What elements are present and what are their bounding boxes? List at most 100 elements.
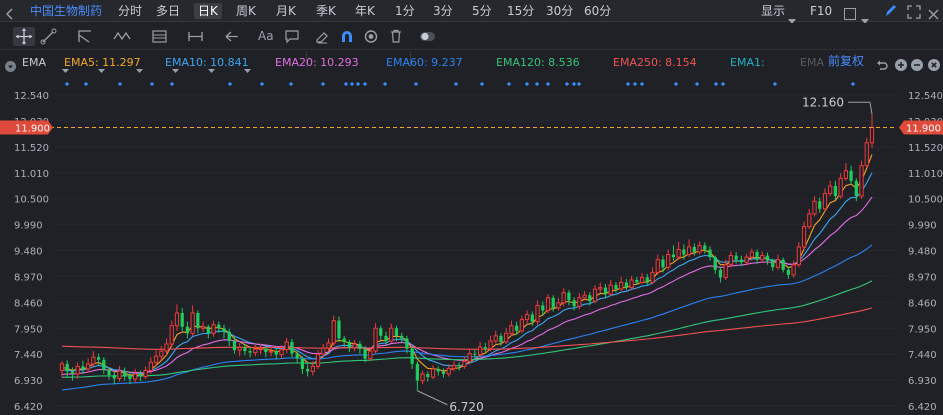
period-tab-quarterly[interactable]: 季K: [316, 3, 336, 19]
crosshair-move-icon[interactable]: [13, 27, 35, 46]
stock-name[interactable]: 中国生物制药: [30, 3, 102, 19]
candle-body: [545, 297, 551, 311]
candle-body: [174, 312, 180, 327]
candle-body: [760, 255, 765, 261]
candle-body: [524, 314, 530, 321]
period-tab-3min[interactable]: 3分: [433, 3, 453, 19]
text-tool-button[interactable]: Aa: [258, 27, 274, 46]
line-tool-icon[interactable]: [40, 27, 60, 46]
checkbox-icon[interactable]: [844, 5, 856, 24]
ema120-line: [61, 280, 873, 378]
candle-body: [258, 348, 263, 351]
candle-body: [614, 285, 618, 290]
candle-body: [603, 287, 608, 295]
event-marker: [625, 81, 631, 87]
candle-body: [535, 304, 540, 323]
event-marker: [506, 81, 512, 87]
period-tab-daily[interactable]: 日K: [194, 3, 222, 19]
event-marker: [639, 81, 645, 87]
event-marker: [576, 81, 582, 87]
candle-body: [833, 185, 838, 197]
candle-body: [295, 353, 299, 359]
candle-body: [394, 328, 399, 336]
period-tab-intraday[interactable]: 分时: [118, 3, 142, 19]
range-tool-icon[interactable]: [186, 27, 206, 46]
eraser-icon[interactable]: [314, 27, 330, 46]
candle-body: [405, 338, 409, 349]
period-tab-monthly[interactable]: 月K: [276, 3, 296, 19]
candle-body: [791, 264, 796, 276]
display-menu[interactable]: 显示: [761, 3, 785, 19]
pen-icon[interactable]: [884, 3, 898, 22]
candle-body: [315, 353, 321, 367]
candle-body: [363, 349, 367, 359]
high-price-label: 12.160: [802, 95, 844, 109]
indicator-name[interactable]: EMA: [22, 56, 46, 69]
candle-body: [519, 319, 524, 332]
candle-body: [796, 246, 801, 266]
y-axis-label-right: 7.440: [908, 350, 937, 361]
arrow-tool-icon[interactable]: [222, 27, 242, 46]
candle-body: [588, 295, 592, 302]
wave-tool-icon[interactable]: [112, 27, 134, 46]
event-marker: [534, 81, 540, 87]
event-marker: [632, 81, 638, 87]
candle-body: [384, 335, 388, 341]
candle-body: [713, 257, 717, 270]
candle-body: [838, 177, 843, 197]
period-tab-1min[interactable]: 1分: [395, 3, 415, 19]
toggle-icon[interactable]: [418, 27, 438, 46]
candle-body: [692, 246, 696, 253]
period-tab-15min[interactable]: 15分: [507, 3, 534, 19]
candle-body: [655, 259, 660, 273]
event-marker: [64, 81, 70, 87]
candlestick-chart[interactable]: 12.54012.54012.03012.03011.52011.52011.0…: [0, 73, 943, 415]
candle-body: [237, 347, 242, 351]
event-marker: [259, 81, 265, 87]
candle-body: [551, 297, 555, 308]
y-axis-label-right: 9.990: [908, 221, 937, 232]
comment-tool-icon[interactable]: [284, 27, 300, 46]
adjust-mode-button[interactable]: 前复权: [828, 55, 864, 68]
channel-tool-icon[interactable]: [76, 27, 96, 46]
candle-body: [190, 312, 195, 334]
f10-button[interactable]: F10: [810, 3, 832, 19]
candle-body: [645, 277, 649, 283]
period-tab-5min[interactable]: 5分: [472, 3, 492, 19]
y-axis-label-left: 9.990: [14, 221, 43, 232]
candle-body: [781, 259, 785, 270]
period-tab-weekly[interactable]: 周K: [236, 3, 256, 19]
candle-body: [206, 326, 210, 334]
eye-icon[interactable]: [362, 27, 380, 46]
period-tab-yearly[interactable]: 年K: [355, 3, 375, 19]
chevron-left-icon[interactable]: [5, 5, 14, 24]
event-marker: [545, 81, 551, 87]
close-icon[interactable]: [928, 5, 939, 24]
y-axis-label-left: 11.520: [14, 143, 49, 154]
event-marker: [564, 81, 570, 87]
candle-body: [347, 341, 352, 348]
candle-body: [775, 259, 781, 268]
candle-body: [708, 249, 712, 258]
period-tab-multiday[interactable]: 多日: [156, 3, 180, 19]
candle-body: [744, 256, 749, 263]
ema120-value: EMA120: 8.536: [496, 56, 580, 69]
candle-body: [268, 350, 274, 353]
magnet-icon[interactable]: [338, 27, 356, 46]
fibonacci-tool-icon[interactable]: [150, 27, 170, 46]
period-tab-30min[interactable]: 30分: [546, 3, 573, 19]
candle-body: [164, 343, 169, 352]
expand-icon[interactable]: [907, 4, 921, 23]
candle-body: [290, 341, 294, 354]
candle-body: [682, 249, 686, 255]
period-tab-60min[interactable]: 60分: [584, 3, 611, 19]
candle-body: [253, 348, 258, 354]
ema5-line: [61, 154, 873, 376]
candle-body: [75, 365, 80, 375]
candle-body: [180, 313, 184, 327]
candle-body: [300, 358, 305, 369]
trash-icon[interactable]: [388, 27, 404, 46]
candle-body: [515, 325, 519, 331]
candle-body: [337, 320, 341, 339]
current-price-label-right: 11.900: [906, 124, 941, 135]
